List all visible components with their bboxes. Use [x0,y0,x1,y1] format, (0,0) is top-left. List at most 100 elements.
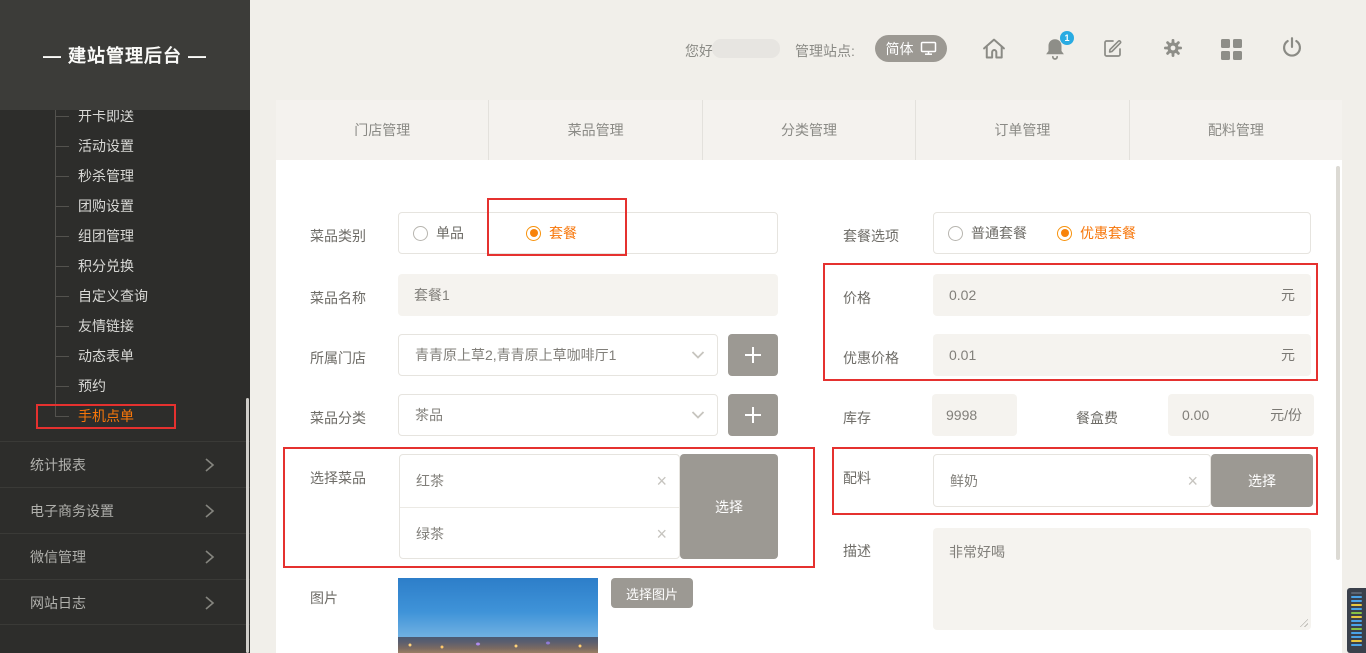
tab-category-management[interactable]: 分类管理 [703,100,916,160]
select-image-button[interactable]: 选择图片 [611,578,693,608]
radio-single-item-label: 单品 [436,223,464,243]
sidebar-item-groupbuy-settings[interactable]: 团购设置 [0,191,250,221]
sidebar-item-points-exchange[interactable]: 积分兑换 [0,251,250,281]
notifications-button[interactable]: 1 [1042,36,1068,62]
greeting-text: 您好 [685,41,713,61]
combo-option-group: 普通套餐 优惠套餐 [933,212,1311,254]
sidebar-item-activity-settings[interactable]: 活动设置 [0,131,250,161]
redacted-username [712,39,780,58]
language-button[interactable]: 简体 [875,35,947,62]
tab-ingredient-management[interactable]: 配料管理 [1130,100,1342,160]
box-fee-input[interactable]: 0.00 元/份 [1168,394,1314,436]
edit-icon [1101,37,1125,61]
tab-dish-management[interactable]: 菜品管理 [489,100,702,160]
chevron-right-icon [204,456,215,474]
chevron-right-icon [204,548,215,566]
site-label: 管理站点: [795,41,855,61]
resize-grip-icon[interactable] [1298,617,1308,627]
sidebar-item-custom-query[interactable]: 自定义查询 [0,281,250,311]
sidebar-section-stats[interactable]: 统计报表 [0,441,250,487]
stock-value: 9998 [946,407,977,423]
home-button[interactable] [980,35,1008,63]
sidebar-section-wechat[interactable]: 微信管理 [0,533,250,579]
store-select[interactable]: 青青原上草2,青青原上草咖啡厅1 [398,334,718,376]
dish-class-select[interactable]: 茶品 [398,394,718,436]
stock-input[interactable]: 9998 [932,394,1017,436]
sidebar-scrollbar[interactable] [246,398,249,653]
app-root: 开卡即送 活动设置 秒杀管理 团购设置 组团管理 积分兑换 自定义查询 友情链接… [0,0,1366,653]
selected-dish-row[interactable]: 红茶 × [400,455,679,507]
remove-dish-icon[interactable]: × [656,525,667,543]
sidebar-section-label: 统计报表 [30,457,86,473]
sidebar-section-label: 微信管理 [30,549,86,565]
description-label: 描述 [843,541,871,561]
sidebar-section-ecommerce[interactable]: 电子商务设置 [0,487,250,533]
radio-combo[interactable] [526,226,541,241]
home-icon [980,35,1008,63]
chevron-down-icon [691,351,705,360]
description-value: 非常好喝 [949,542,1005,562]
edit-button[interactable] [1101,37,1125,61]
dish-class-label: 菜品分类 [310,408,366,428]
sidebar-section-label: 电子商务设置 [30,503,114,519]
sidebar-section-site-log[interactable]: 网站日志 [0,579,250,625]
sidebar-item-dynamic-form[interactable]: 动态表单 [0,341,250,371]
discount-price-unit: 元 [1281,345,1295,365]
sidebar-item-team-management[interactable]: 组团管理 [0,221,250,251]
tab-order-management[interactable]: 订单管理 [916,100,1129,160]
radio-single-item[interactable] [413,226,428,241]
discount-price-label: 优惠价格 [843,348,899,368]
logout-button[interactable] [1279,35,1305,61]
form-scrollbar[interactable] [1336,166,1340,560]
sidebar-sections: 统计报表 电子商务设置 微信管理 网站日志 [0,441,250,625]
scroll-minimap[interactable] [1347,588,1366,653]
box-fee-unit: 元/份 [1270,405,1302,425]
notification-badge: 1 [1060,31,1074,45]
selected-dish-row[interactable]: 绿茶 × [400,507,679,559]
apps-button[interactable] [1221,39,1242,60]
remove-dish-icon[interactable]: × [656,472,667,490]
settings-button[interactable] [1161,36,1185,60]
price-unit: 元 [1281,285,1295,305]
select-dishes-button[interactable]: 选择 [680,454,778,559]
dish-name-input[interactable]: 套餐1 [398,274,778,316]
description-textarea[interactable]: 非常好喝 [933,528,1311,630]
discount-price-input[interactable]: 0.01 元 [933,334,1311,376]
language-button-label: 简体 [886,39,914,59]
dish-name-value: 套餐1 [414,285,450,305]
select-ingredient-button[interactable]: 选择 [1211,454,1313,507]
radio-combo-label: 套餐 [549,223,577,243]
plus-icon [742,344,764,366]
ingredient-input[interactable]: 鲜奶 × [933,454,1211,507]
add-dish-class-button[interactable] [728,394,778,436]
dish-category-group: 单品 套餐 [398,212,778,254]
dish-category-label: 菜品类别 [310,226,366,246]
radio-discount-combo[interactable] [1057,226,1072,241]
selected-dish-value: 红茶 [416,471,444,491]
stock-label: 库存 [843,408,871,428]
radio-normal-combo[interactable] [948,226,963,241]
chevron-down-icon [691,411,705,420]
tab-bar: 门店管理 菜品管理 分类管理 订单管理 配料管理 [276,100,1342,160]
ingredient-value: 鲜奶 [950,471,978,491]
sidebar-item-friend-links[interactable]: 友情链接 [0,311,250,341]
sidebar-item-seckill[interactable]: 秒杀管理 [0,161,250,191]
chevron-right-icon [204,594,215,612]
tab-store-management[interactable]: 门店管理 [276,100,489,160]
discount-price-value: 0.01 [949,347,976,363]
monitor-icon [920,41,937,56]
sidebar-item-reservation[interactable]: 预约 [0,371,250,401]
price-input[interactable]: 0.02 元 [933,274,1311,316]
select-dishes-label: 选择菜品 [310,468,366,488]
photo-skyline [398,637,598,653]
sidebar-item-mobile-order[interactable]: 手机点单 [0,401,250,431]
sidebar: 开卡即送 活动设置 秒杀管理 团购设置 组团管理 积分兑换 自定义查询 友情链接… [0,0,250,653]
scroll-minimap-stripes [1347,592,1366,646]
box-fee-value: 0.00 [1182,407,1209,423]
radio-normal-combo-label: 普通套餐 [971,223,1027,243]
remove-ingredient-icon[interactable]: × [1187,472,1198,490]
image-label: 图片 [310,588,338,608]
add-store-button[interactable] [728,334,778,376]
dish-class-value: 茶品 [415,405,443,425]
sidebar-menu: 开卡即送 活动设置 秒杀管理 团购设置 组团管理 积分兑换 自定义查询 友情链接… [0,101,250,431]
